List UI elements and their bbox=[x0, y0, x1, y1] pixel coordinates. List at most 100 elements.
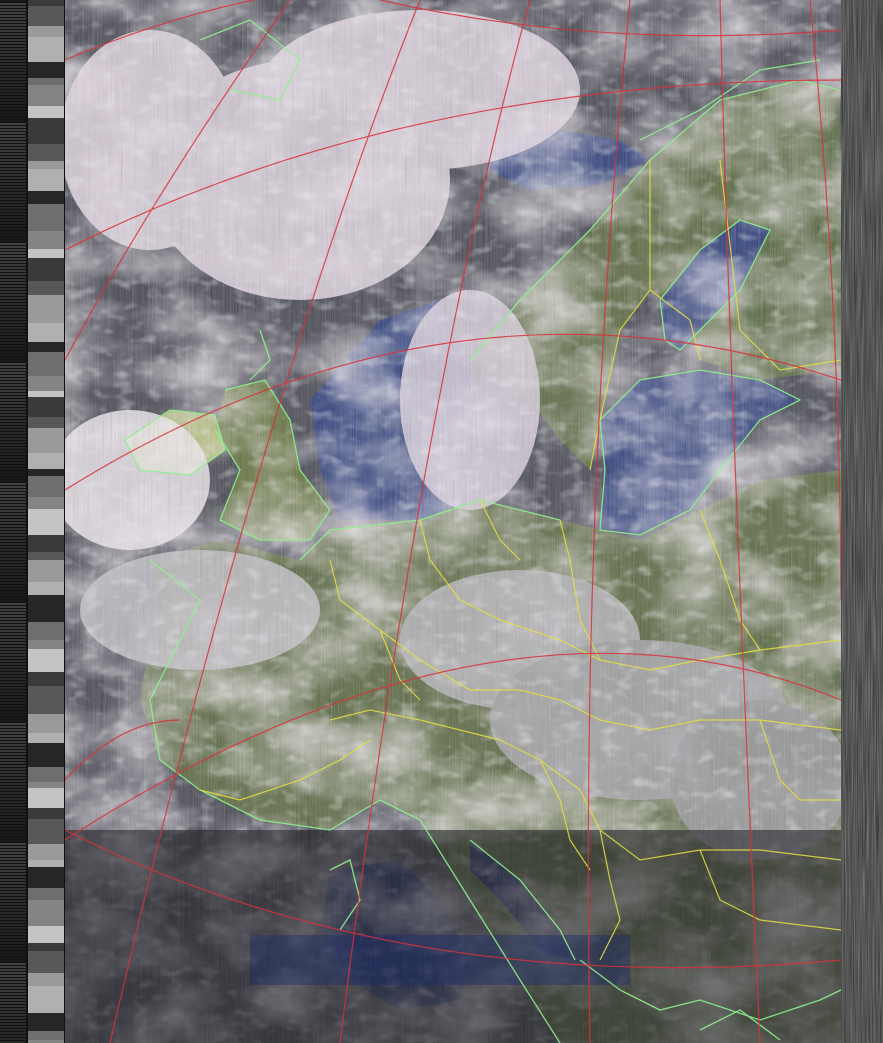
sync-noise-line bbox=[0, 702, 26, 704]
sync-noise-line bbox=[0, 486, 26, 488]
sync-noise-line bbox=[0, 612, 26, 614]
sync-noise-line bbox=[0, 126, 26, 128]
sync-noise-line bbox=[0, 771, 26, 773]
sync-noise-line bbox=[0, 630, 26, 632]
sync-noise-line bbox=[0, 915, 26, 917]
sync-noise-line bbox=[0, 366, 26, 368]
sync-noise-line bbox=[0, 351, 26, 353]
sync-noise-line bbox=[0, 243, 26, 245]
sync-noise-line bbox=[0, 1017, 26, 1019]
sync-noise-line bbox=[0, 555, 26, 557]
sync-noise-line bbox=[0, 141, 26, 143]
sync-noise-line bbox=[0, 543, 26, 545]
sync-noise-line bbox=[0, 651, 26, 653]
sync-bar bbox=[28, 295, 64, 323]
sync-noise-line bbox=[0, 828, 26, 830]
sync-noise-line bbox=[0, 9, 26, 11]
sync-noise-line bbox=[0, 927, 26, 929]
sync-noise-line bbox=[0, 336, 26, 338]
sync-noise-line bbox=[0, 105, 26, 107]
sync-noise-line bbox=[0, 1035, 26, 1037]
sync-noise-line bbox=[0, 813, 26, 815]
sync-noise-line bbox=[0, 180, 26, 182]
sync-noise-line bbox=[0, 294, 26, 296]
sync-noise-line bbox=[0, 1011, 26, 1013]
sync-noise-line bbox=[0, 39, 26, 41]
sync-noise-line bbox=[0, 570, 26, 572]
sync-bar bbox=[28, 986, 64, 1013]
sync-noise-line bbox=[0, 357, 26, 359]
sync-noise-line bbox=[0, 744, 26, 746]
sync-noise-line bbox=[0, 567, 26, 569]
sync-bar bbox=[28, 118, 64, 144]
satellite-image bbox=[0, 0, 883, 1043]
sync-noise-line bbox=[0, 159, 26, 161]
sync-noise-line bbox=[0, 372, 26, 374]
sync-bar bbox=[28, 144, 64, 161]
sync-noise-line bbox=[0, 519, 26, 521]
sync-noise-line bbox=[0, 954, 26, 956]
sync-noise-line bbox=[0, 504, 26, 506]
sync-noise-line bbox=[0, 414, 26, 416]
sync-noise-line bbox=[0, 696, 26, 698]
sync-bar bbox=[28, 767, 64, 782]
sync-noise-line bbox=[0, 87, 26, 89]
sync-noise-line bbox=[0, 888, 26, 890]
sync-noise-line bbox=[0, 687, 26, 689]
sync-noise-line bbox=[0, 768, 26, 770]
sync-noise-line bbox=[0, 27, 26, 29]
sync-noise-line bbox=[0, 615, 26, 617]
sync-noise-line bbox=[0, 762, 26, 764]
sync-noise-line bbox=[0, 924, 26, 926]
sync-noise-line bbox=[0, 657, 26, 659]
sync-noise-line bbox=[0, 606, 26, 608]
sync-noise-line bbox=[0, 387, 26, 389]
sync-noise-line bbox=[0, 840, 26, 842]
sync-noise-line bbox=[0, 402, 26, 404]
sync-noise-line bbox=[0, 108, 26, 110]
sync-noise-line bbox=[0, 450, 26, 452]
sync-noise-line bbox=[0, 408, 26, 410]
sync-noise-line bbox=[0, 234, 26, 236]
sync-bar bbox=[28, 469, 64, 476]
sync-noise-line bbox=[0, 258, 26, 260]
sync-noise-line bbox=[0, 594, 26, 596]
sync-noise-line bbox=[0, 222, 26, 224]
sync-noise-line bbox=[0, 117, 26, 119]
sync-noise-line bbox=[0, 318, 26, 320]
sync-noise-line bbox=[0, 147, 26, 149]
sync-noise-line bbox=[0, 489, 26, 491]
sync-bar bbox=[28, 595, 64, 622]
sync-noise-line bbox=[0, 591, 26, 593]
sync-noise-line bbox=[0, 165, 26, 167]
sync-bar bbox=[28, 391, 64, 397]
sync-noise-line bbox=[0, 666, 26, 668]
sync-noise-line bbox=[0, 780, 26, 782]
sync-bar bbox=[28, 535, 64, 552]
sync-noise-line bbox=[0, 177, 26, 179]
sync-noise-line bbox=[0, 627, 26, 629]
sync-noise-line bbox=[0, 132, 26, 134]
sync-noise-line bbox=[0, 78, 26, 80]
sync-noise-line bbox=[0, 168, 26, 170]
sync-noise-line bbox=[0, 237, 26, 239]
sync-noise-line bbox=[0, 855, 26, 857]
sync-noise-line bbox=[0, 474, 26, 476]
sync-noise-line bbox=[0, 564, 26, 566]
sync-bar bbox=[28, 686, 64, 714]
sync-bar bbox=[28, 397, 64, 417]
sync-noise-line bbox=[0, 531, 26, 533]
sync-bar bbox=[28, 37, 64, 62]
sync-noise-line bbox=[0, 468, 26, 470]
sync-noise-line bbox=[0, 882, 26, 884]
sync-noise-line bbox=[0, 714, 26, 716]
sync-noise-line bbox=[0, 939, 26, 941]
sync-bar bbox=[28, 552, 64, 560]
sync-noise-line bbox=[0, 111, 26, 113]
sync-noise-line bbox=[0, 618, 26, 620]
sync-bar bbox=[28, 1013, 64, 1031]
sync-bar bbox=[28, 249, 64, 258]
sync-noise-line bbox=[0, 42, 26, 44]
sync-noise-line bbox=[0, 894, 26, 896]
sync-noise-line bbox=[0, 963, 26, 965]
